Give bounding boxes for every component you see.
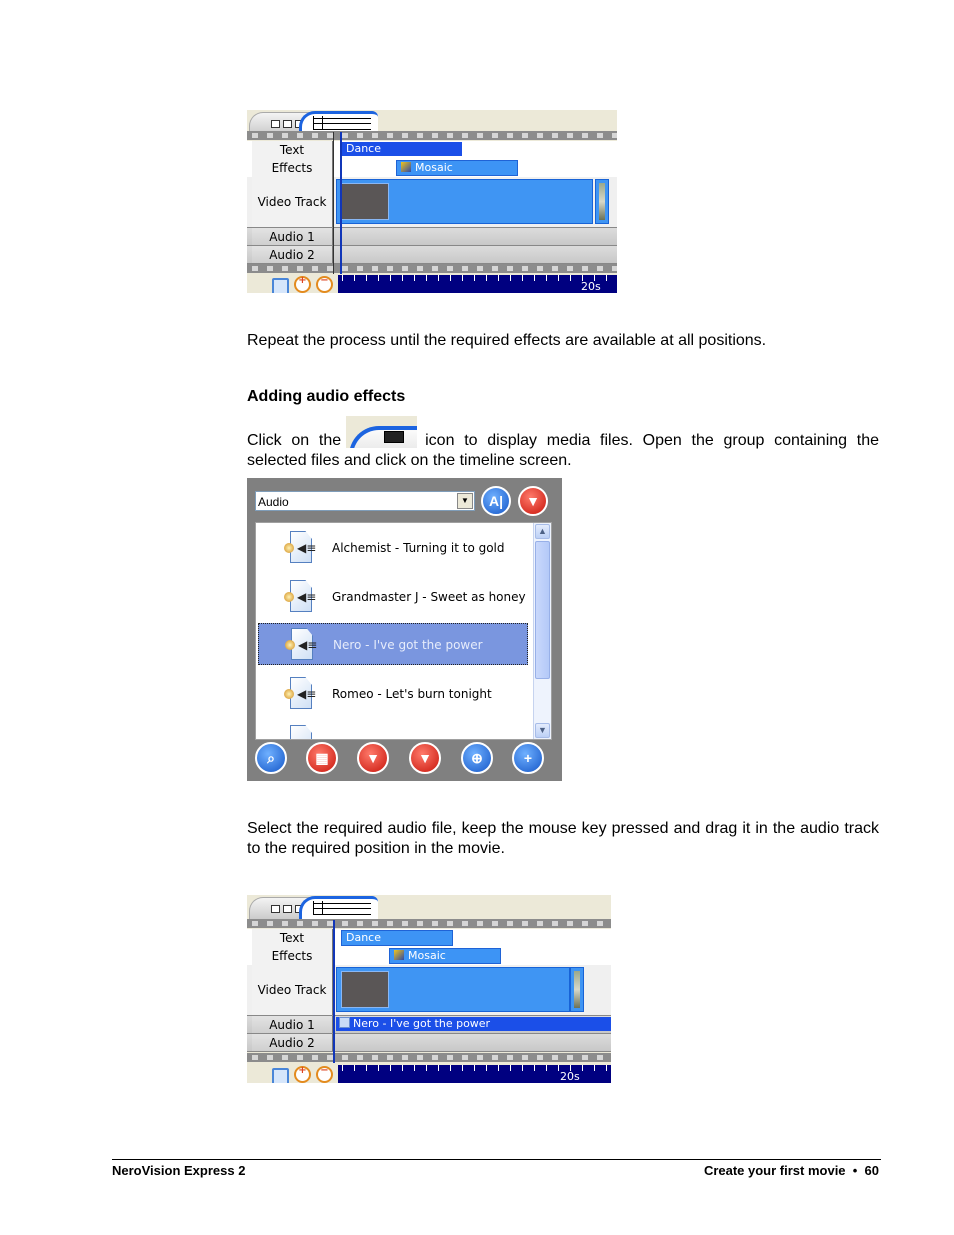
media-group-dropdown[interactable]: Audio ▼ <box>255 491 475 511</box>
track-label: Audio 1 <box>252 1016 333 1033</box>
video-thumbnail <box>341 971 389 1008</box>
film-strip-top <box>247 919 611 928</box>
media-file-list: ◀≡ Alchemist - Turning it to gold ◀≡ Gra… <box>255 522 552 740</box>
media-panel: Audio ▼ A| ▼ ◀≡ Alchemist - Turning it t… <box>247 478 562 781</box>
film-strip-bottom <box>247 1053 611 1062</box>
mosaic-icon <box>401 162 411 172</box>
video-clip[interactable] <box>336 967 570 1012</box>
track-video: Video Track <box>247 177 617 228</box>
track-label: Text <box>252 141 333 159</box>
audio-file-icon: ◀≡ <box>284 531 316 565</box>
track-label: Effects <box>252 159 333 177</box>
tab-square-icon <box>283 120 292 128</box>
list-item-partial[interactable] <box>258 721 528 739</box>
track-label: Audio 2 <box>252 1034 333 1051</box>
zoom-in-icon[interactable]: + <box>294 275 311 293</box>
track-effects: Effects Mosaic <box>247 159 617 178</box>
video-clip-end[interactable] <box>570 967 584 1012</box>
scroll-down-icon[interactable]: ▼ <box>535 723 550 738</box>
time-ruler[interactable]: 20s <box>338 1065 611 1083</box>
playhead[interactable] <box>340 132 342 274</box>
track-label: Audio 1 <box>252 228 333 245</box>
timeline-screenshot-1: Text Dance Effects Mosaic Video Track Au… <box>247 110 617 293</box>
scrollbar[interactable]: ▲ ▼ <box>533 523 551 739</box>
text-clip[interactable]: Dance <box>342 142 462 156</box>
audio-file-icon <box>284 725 312 739</box>
tab-square-icon <box>271 120 280 128</box>
media-tab-icon <box>346 416 417 448</box>
film-strip-top <box>247 131 617 140</box>
track-audio2: Audio 2 <box>247 1034 611 1052</box>
audio-clip[interactable]: Nero - I've got the power <box>336 1017 611 1031</box>
tab-square-icon <box>283 905 292 913</box>
audio-clip-icon <box>339 1017 350 1028</box>
video-clip-end[interactable] <box>595 179 609 224</box>
text-clip[interactable]: Dance <box>341 930 453 946</box>
video-thumbnail <box>341 183 389 220</box>
playhead-shadow <box>333 132 334 274</box>
add-button[interactable]: + <box>512 742 544 774</box>
import-down-button[interactable]: ▼ <box>357 742 389 774</box>
audio-file-icon: ◀≡ <box>284 677 316 711</box>
track-label: Effects <box>252 947 333 965</box>
target-button[interactable]: ⊕ <box>461 742 493 774</box>
track-effects: Effects Mosaic <box>247 947 611 966</box>
zoom-in-icon[interactable]: + <box>294 1065 311 1083</box>
track-label: Text <box>252 929 333 947</box>
browse-button[interactable]: ⌕ <box>255 742 287 774</box>
track-audio1: Audio 1 Nero - I've got the power <box>247 1016 611 1034</box>
effects-clip[interactable]: Mosaic <box>396 160 518 176</box>
video-clip[interactable] <box>336 179 593 224</box>
ruler-label: 20s <box>581 280 601 293</box>
footer-chapter-page: Create your first movie • 60 <box>703 1163 879 1178</box>
track-audio1: Audio 1 <box>247 228 617 246</box>
film-button[interactable]: ▦ <box>306 742 338 774</box>
mosaic-icon <box>394 950 404 960</box>
track-label: Audio 2 <box>252 246 333 263</box>
footer-product: NeroVision Express 2 <box>112 1163 246 1178</box>
capture-button[interactable]: ▼ <box>409 742 441 774</box>
zoom-fit-icon[interactable] <box>272 278 289 293</box>
paragraph-click: Click on the icon to display media files.… <box>247 432 879 469</box>
track-label: Video Track <box>252 177 333 227</box>
section-heading: Adding audio effects <box>247 388 406 405</box>
playhead[interactable] <box>333 920 335 1063</box>
autoplay-button[interactable]: A| <box>481 486 511 516</box>
timeline-handle-icon <box>313 901 323 915</box>
film-icon <box>384 431 404 443</box>
timeline-handle-icon <box>313 116 323 130</box>
ruler-label: 20s <box>560 1070 580 1083</box>
track-audio2: Audio 2 <box>247 246 617 264</box>
chevron-down-icon[interactable]: ▼ <box>457 493 473 509</box>
import-button[interactable]: ▼ <box>518 486 548 516</box>
paragraph-drag: Select the required audio file, keep the… <box>247 820 879 857</box>
zoom-out-icon[interactable]: − <box>316 275 333 293</box>
track-text: Text Dance <box>247 929 611 948</box>
scroll-thumb[interactable] <box>535 541 550 679</box>
list-item[interactable]: ◀≡ Alchemist - Turning it to gold <box>258 527 528 569</box>
track-label: Video Track <box>252 965 333 1015</box>
list-item[interactable]: ◀≡ Romeo - Let's burn tonight <box>258 673 528 715</box>
list-item[interactable]: ◀≡ Grandmaster J - Sweet as honey <box>258 576 528 618</box>
footer-rule <box>112 1159 881 1160</box>
timeline-screenshot-2: Text Dance Effects Mosaic Video Track Au… <box>247 895 611 1083</box>
zoom-out-icon[interactable]: − <box>316 1065 333 1083</box>
time-ruler[interactable]: 20s <box>338 275 617 293</box>
track-text: Text Dance <box>247 141 617 160</box>
zoom-fit-icon[interactable] <box>272 1068 289 1083</box>
film-strip-bottom <box>247 264 617 273</box>
scroll-up-icon[interactable]: ▲ <box>535 524 550 539</box>
paragraph-repeat: Repeat the process until the required ef… <box>247 332 767 349</box>
track-video: Video Track <box>247 965 611 1016</box>
list-item-selected[interactable]: ◀≡ Nero - I've got the power <box>258 623 528 665</box>
audio-file-icon: ◀≡ <box>284 580 316 614</box>
audio-file-icon: ◀≡ <box>285 628 317 662</box>
tab-square-icon <box>271 905 280 913</box>
effects-clip[interactable]: Mosaic <box>389 948 501 964</box>
